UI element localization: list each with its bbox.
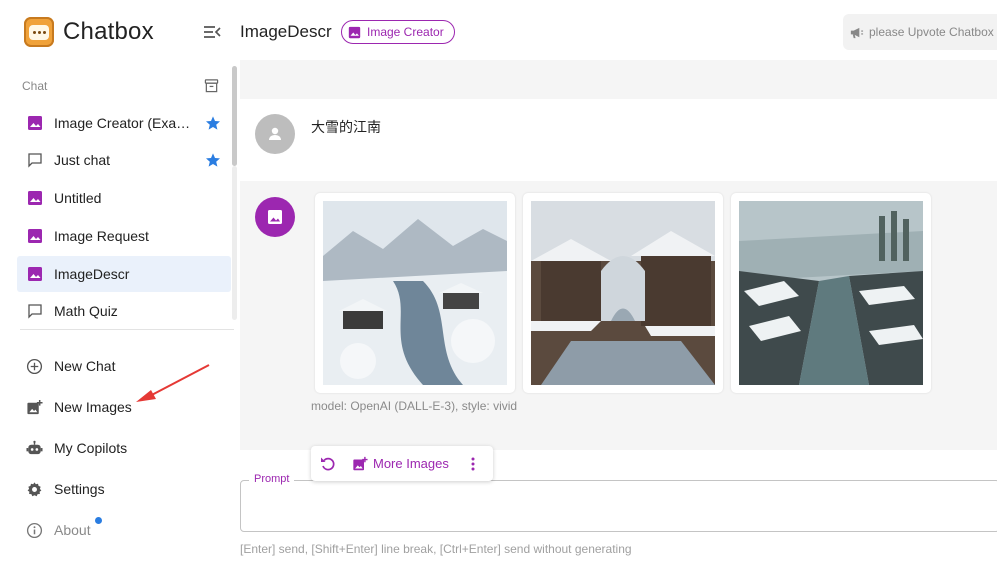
upvote-banner[interactable]: please Upvote Chatbox bbox=[843, 14, 997, 50]
generated-image-3[interactable] bbox=[731, 193, 931, 393]
section-label-chat: Chat bbox=[22, 79, 48, 93]
chip-label: Image Creator bbox=[367, 25, 444, 39]
more-vert-icon[interactable] bbox=[465, 456, 481, 472]
chat-icon bbox=[28, 153, 42, 168]
info-icon bbox=[26, 522, 43, 538]
generated-image-2[interactable] bbox=[523, 193, 723, 393]
session-item-just-chat[interactable]: Just chat bbox=[17, 142, 231, 178]
new-chat-button[interactable]: New Chat bbox=[17, 349, 231, 383]
megaphone-icon bbox=[850, 27, 864, 38]
sidebar-divider bbox=[20, 329, 234, 330]
nav-label: My Copilots bbox=[54, 440, 128, 456]
session-item-untitled[interactable]: Untitled bbox=[17, 180, 231, 216]
archive-icon[interactable] bbox=[204, 78, 219, 93]
keyboard-hint: [Enter] send, [Shift+Enter] line break, … bbox=[240, 542, 632, 556]
star-icon[interactable] bbox=[205, 115, 221, 131]
app-logo: Chatbox bbox=[24, 16, 154, 48]
image-icon bbox=[348, 26, 361, 38]
plus-circle-icon bbox=[26, 358, 43, 374]
session-label: Image Request bbox=[54, 228, 149, 244]
sidebar: Chatbox Chat Image Creator (Example) Jus… bbox=[0, 0, 240, 577]
session-label: Math Quiz bbox=[54, 303, 118, 319]
page-title: ImageDescr bbox=[240, 22, 332, 41]
sidebar-scrollbar[interactable] bbox=[232, 66, 237, 166]
new-images-button[interactable]: New Images bbox=[17, 390, 231, 424]
image-icon bbox=[28, 267, 42, 281]
session-item-math-quiz[interactable]: Math Quiz bbox=[17, 293, 231, 329]
add-photo-icon bbox=[353, 456, 368, 470]
session-label: Image Creator (Example) bbox=[54, 115, 194, 131]
snowy-canal-image bbox=[323, 201, 507, 385]
my-copilots-button[interactable]: My Copilots bbox=[17, 431, 231, 465]
about-button[interactable]: About bbox=[17, 513, 231, 547]
session-item-imagedescr[interactable]: ImageDescr bbox=[17, 256, 231, 292]
more-images-label: More Images bbox=[373, 456, 449, 471]
snowy-canal-image bbox=[739, 201, 923, 385]
image-creator-chip[interactable]: Image Creator bbox=[341, 20, 455, 44]
nav-label: New Images bbox=[54, 399, 132, 415]
snowy-canal-image bbox=[531, 201, 715, 385]
nav-label: Settings bbox=[54, 481, 105, 497]
prompt-label: Prompt bbox=[249, 473, 295, 485]
robot-icon bbox=[26, 440, 43, 454]
session-label: Untitled bbox=[54, 190, 102, 206]
regenerate-icon[interactable] bbox=[319, 455, 337, 473]
user-message-text: 大雪的江南 bbox=[311, 120, 381, 136]
star-icon[interactable] bbox=[205, 152, 221, 168]
assistant-avatar bbox=[255, 197, 295, 237]
upvote-text: please Upvote Chatbox bbox=[869, 25, 994, 39]
nav-label: About bbox=[54, 522, 91, 538]
settings-button[interactable]: Settings bbox=[17, 472, 231, 506]
app-name: Chatbox bbox=[63, 18, 154, 45]
add-photo-icon bbox=[27, 399, 43, 414]
person-icon bbox=[269, 127, 281, 140]
main-panel: ImageDescr Image Creator please Upvote C… bbox=[240, 0, 997, 577]
more-images-button[interactable]: More Images bbox=[352, 456, 449, 472]
image-icon bbox=[28, 116, 42, 130]
image-icon bbox=[268, 210, 282, 224]
session-label: Just chat bbox=[54, 152, 111, 168]
chat-bubble-logo-icon bbox=[24, 17, 54, 47]
chat-icon bbox=[28, 304, 42, 319]
image-icon bbox=[28, 229, 42, 243]
user-avatar bbox=[255, 114, 295, 154]
menu-collapse-icon[interactable] bbox=[203, 24, 221, 40]
notification-dot bbox=[95, 517, 102, 524]
session-label: ImageDescr bbox=[54, 266, 130, 282]
sidebar-scroll-track bbox=[232, 166, 237, 320]
image-model-note: model: OpenAI (DALL-E-3), style: vivid bbox=[311, 399, 518, 413]
user-message: 大雪的江南 bbox=[240, 99, 997, 181]
prompt-input[interactable]: Prompt bbox=[240, 473, 997, 532]
message-list: 大雪的江南 model: OpenAI (DALL-E-3), style: v… bbox=[240, 60, 997, 450]
gear-icon bbox=[27, 481, 42, 496]
nav-label: New Chat bbox=[54, 358, 116, 374]
header: ImageDescr Image Creator please Upvote C… bbox=[240, 0, 997, 60]
message-toolbar: More Images bbox=[311, 446, 493, 481]
generated-image-1[interactable] bbox=[315, 193, 515, 393]
image-icon bbox=[28, 191, 42, 205]
session-item-image-request[interactable]: Image Request bbox=[17, 218, 231, 254]
session-item-image-creator[interactable]: Image Creator (Example) bbox=[17, 105, 231, 141]
